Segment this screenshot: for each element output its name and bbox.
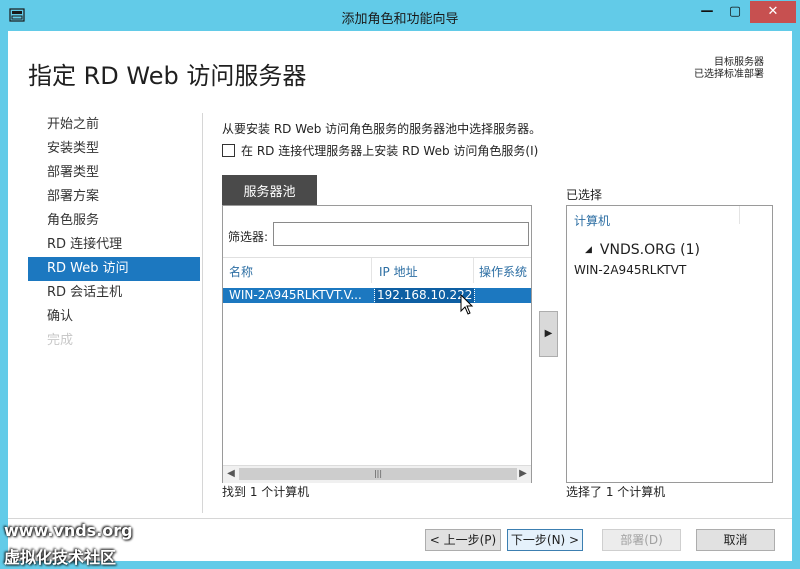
table-row[interactable]: WIN-2A945RLKTVT.V... 192.168.10.222 (223, 287, 531, 304)
expand-triangle-icon[interactable]: ◢ (585, 245, 592, 255)
column-separator (739, 206, 740, 224)
nav-item-deployment-type[interactable]: 部署类型 (28, 161, 200, 185)
scroll-left-icon[interactable]: ◀ (224, 467, 238, 481)
column-separator (473, 258, 474, 283)
server-grid-header: 名称 IP 地址 操作系统 (223, 257, 531, 283)
tab-server-pool[interactable]: 服务器池 (222, 175, 317, 205)
install-on-broker-option[interactable]: 在 RD 连接代理服务器上安装 RD Web 访问角色服务(I) (222, 142, 538, 159)
install-on-broker-checkbox[interactable] (222, 144, 235, 157)
selected-label: 已选择 (566, 188, 603, 202)
nav-item-rd-connection-broker[interactable]: RD 连接代理 (28, 233, 200, 257)
list-item[interactable]: WIN-2A945RLKTVT (574, 263, 686, 277)
column-header-ip[interactable]: IP 地址 (379, 263, 418, 280)
found-count: 找到 1 个计算机 (222, 485, 310, 499)
nav-item-confirmation[interactable]: 确认 (28, 305, 200, 329)
selected-count: 选择了 1 个计算机 (566, 485, 666, 499)
nav-item-role-services[interactable]: 角色服务 (28, 209, 200, 233)
horizontal-scrollbar[interactable]: ◀ ||| ▶ (223, 465, 531, 483)
minimize-button[interactable]: — (694, 1, 720, 23)
nav-item-deployment-scenario[interactable]: 部署方案 (28, 185, 200, 209)
filter-input[interactable] (273, 222, 529, 246)
nav-item-rd-web-access[interactable]: RD Web 访问 (28, 257, 200, 281)
column-header-computer[interactable]: 计算机 (574, 212, 610, 229)
selected-servers-panel: 计算机 ◢ VNDS.ORG (1) WIN-2A945RLKTVT (566, 205, 773, 483)
nav-item-before-you-begin[interactable]: 开始之前 (28, 113, 200, 137)
scroll-thumb[interactable]: ||| (239, 468, 517, 480)
filter-label: 筛选器: (228, 230, 269, 244)
add-to-selected-button[interactable]: ▶ (539, 311, 558, 357)
window-title: 添加角色和功能向导 (341, 12, 459, 27)
next-button[interactable]: 下一步(N) > (507, 529, 583, 551)
previous-button[interactable]: < 上一步(P) (425, 529, 501, 551)
maximize-button[interactable]: ▢ (722, 1, 748, 23)
selected-group-label: VNDS.ORG (1) (599, 242, 700, 258)
nav-item-rd-session-host[interactable]: RD 会话主机 (28, 281, 200, 305)
install-on-broker-label[interactable]: 在 RD 连接代理服务器上安装 RD Web 访问角色服务(I) (241, 144, 538, 158)
mouse-cursor-icon (460, 294, 474, 315)
cell-server-name: WIN-2A945RLKTVT.V... (229, 288, 362, 302)
wizard-nav: 开始之前 安装类型 部署类型 部署方案 角色服务 RD 连接代理 RD Web … (28, 113, 200, 353)
cancel-button[interactable]: 取消 (696, 529, 775, 551)
wizard-body: 指定 RD Web 访问服务器 目标服务器 已选择标准部署 开始之前 安装类型 … (8, 31, 792, 561)
server-pool-panel: 筛选器: 名称 IP 地址 操作系统 WIN-2A945RLKTVT.V... … (222, 205, 532, 483)
destination-label: 目标服务器 (714, 57, 764, 68)
scroll-right-icon[interactable]: ▶ (516, 467, 530, 481)
destination-server: 目标服务器 已选择标准部署 (694, 57, 764, 81)
nav-item-completion: 完成 (47, 333, 74, 348)
destination-value: 已选择标准部署 (694, 69, 764, 80)
watermark-text: 虚拟化技术社区 (4, 548, 117, 567)
nav-item-installation-type[interactable]: 安装类型 (28, 137, 200, 161)
nav-divider (202, 113, 203, 513)
selected-group[interactable]: ◢ VNDS.ORG (1) (585, 242, 700, 258)
watermark-url: www.vnds.org (4, 521, 133, 540)
page-description: 从要安装 RD Web 访问角色服务的服务器池中选择服务器。 (222, 122, 542, 136)
wizard-window: 添加角色和功能向导 — ▢ ✕ 指定 RD Web 访问服务器 目标服务器 已选… (0, 0, 800, 569)
column-header-name[interactable]: 名称 (229, 263, 253, 280)
page-title: 指定 RD Web 访问服务器 (28, 62, 307, 90)
column-header-os[interactable]: 操作系统 (479, 263, 527, 280)
close-button[interactable]: ✕ (750, 1, 796, 23)
column-separator (371, 258, 372, 283)
deploy-button: 部署(D) (602, 529, 681, 551)
footer-divider (8, 518, 792, 519)
title-bar[interactable]: 添加角色和功能向导 — ▢ ✕ (0, 0, 800, 32)
